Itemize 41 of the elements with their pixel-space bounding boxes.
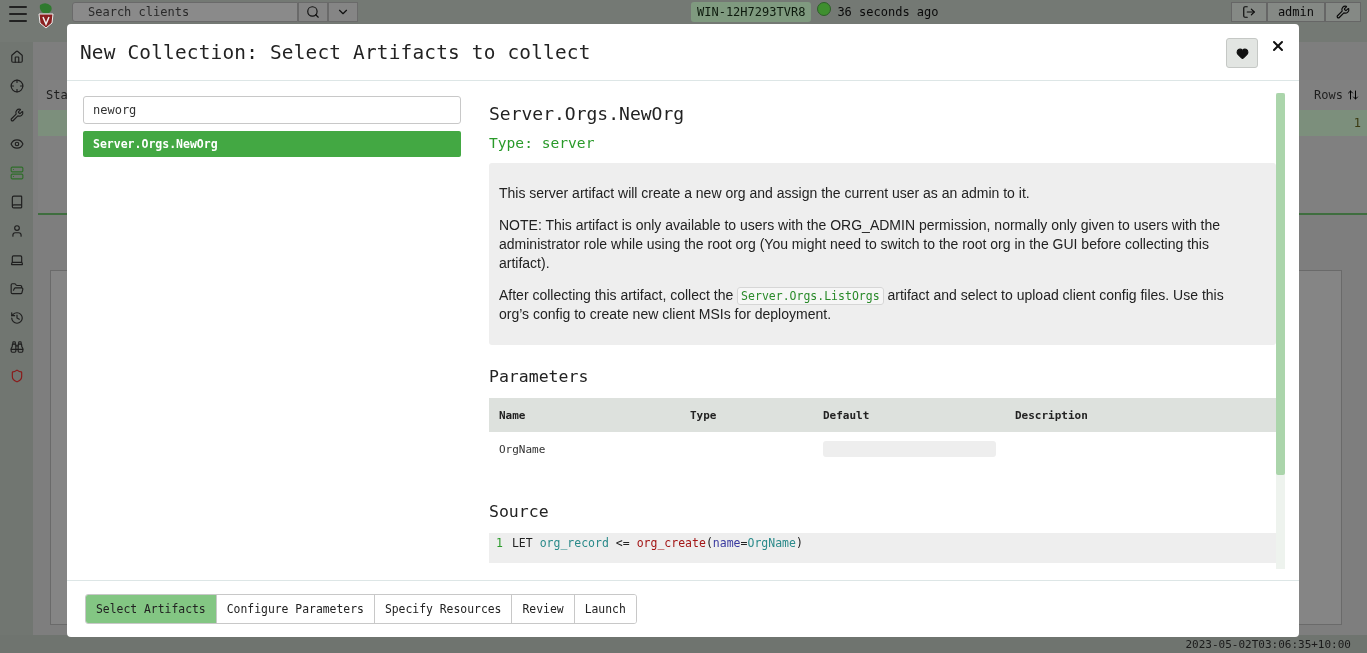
table-cell-text: OrgName [498, 442, 547, 456]
last-seen-text: 36 seconds ago [837, 4, 939, 19]
favorite-button[interactable] [1226, 38, 1258, 68]
dropdown-button[interactable] [328, 2, 358, 22]
logout-icon [1241, 5, 1256, 19]
description-paragraph: After collecting this artifact, collect the Server.Orgs.ListOrgs artifact and select to upload client config files. Use this org’s config to create new client MSIs for deployment. [499, 286, 1225, 324]
table-cell: 1 [1353, 116, 1361, 130]
artifact-type: Type: server [489, 134, 596, 151]
column-header: Type [689, 408, 718, 422]
sort-icon[interactable] [1347, 89, 1359, 101]
close-icon [1270, 38, 1286, 54]
line-number: 1 [496, 536, 503, 550]
wizard-step-tab[interactable]: Launch [573, 595, 636, 623]
scrollbar[interactable] [1276, 93, 1285, 569]
settings-button[interactable] [1325, 2, 1361, 22]
wizard-step-tab[interactable]: Select Artifacts [86, 595, 216, 623]
code-snippet: Server.Orgs.ListOrgs [737, 287, 884, 305]
search-button[interactable] [298, 2, 328, 22]
logo-icon [36, 2, 56, 30]
artifact-search-field[interactable]: neworg [83, 96, 461, 124]
close-button[interactable] [1270, 38, 1286, 54]
code-line: LET org_record <= org_create(name=OrgName) [511, 536, 803, 550]
status-time: 2023-05-02T03:06:35+10:00 [1185, 637, 1351, 651]
artifact-name: Server.Orgs.NewOrg [489, 103, 686, 124]
column-header: Description [1014, 408, 1089, 422]
section-heading: Parameters [489, 367, 590, 386]
section-heading: Source [489, 502, 550, 521]
logout-button[interactable] [1230, 2, 1267, 22]
column-header: Default [822, 408, 871, 422]
user-button[interactable]: admin [1266, 2, 1325, 22]
modal-title: New Collection: Select Artifacts to collect [80, 40, 592, 64]
column-header: Name [498, 408, 527, 422]
description-paragraph: NOTE: This artifact is only available to users with the ORG_ADMIN permission, normally only given to users with the administrator role while using the root org (You might need to switch to the root org in the GUI before collecting this artifact). [499, 216, 1221, 273]
client-id[interactable]: WIN-12H7293TVR8 [691, 2, 812, 22]
column-header[interactable]: Sta [46, 88, 68, 102]
column-header[interactable]: Rows [1314, 88, 1343, 102]
description-paragraph: This server artifact will create a new org and assign the current user as an admin to it. [499, 184, 1031, 203]
wrench-icon [1336, 5, 1350, 19]
heart-icon [1235, 46, 1249, 60]
search-field[interactable]: Search clients [72, 2, 298, 22]
search-icon [306, 5, 320, 19]
